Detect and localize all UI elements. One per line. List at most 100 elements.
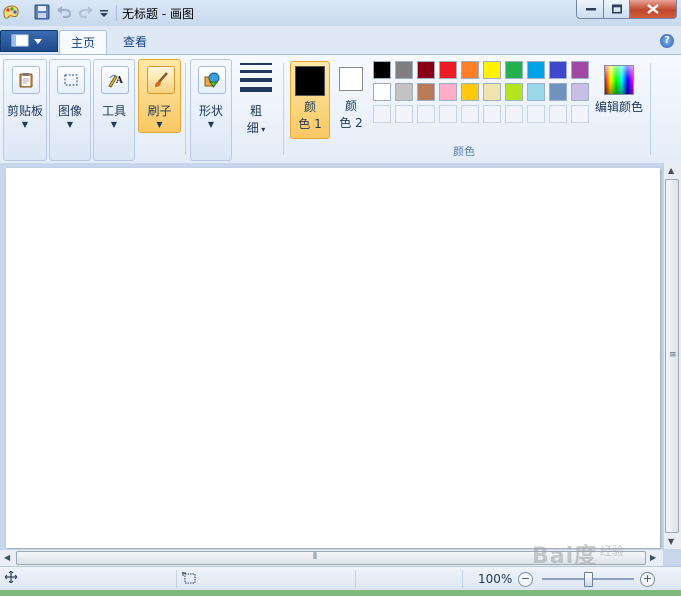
clipboard-label: 剪贴板 — [6, 104, 43, 118]
color1-label-line2: 色 1 — [298, 117, 322, 131]
ribbon-separator — [650, 63, 651, 155]
clipboard-button[interactable]: 剪贴板 ▼ — [3, 59, 47, 161]
selection-size-icon — [182, 572, 196, 587]
palette-swatch[interactable] — [417, 83, 435, 101]
tools-button[interactable]: A 工具 ▼ — [93, 59, 135, 161]
close-button[interactable] — [629, 0, 677, 19]
brushes-button[interactable]: 刷子 ▼ — [138, 59, 181, 133]
custom-color-slot[interactable] — [395, 105, 413, 123]
edit-colors-button[interactable]: 编辑颜色 — [594, 61, 644, 137]
chevron-down-icon: ▼ — [207, 120, 215, 129]
palette-swatch[interactable] — [461, 83, 479, 101]
palette-swatch[interactable] — [549, 83, 567, 101]
color2-label-line2: 色 2 — [339, 116, 363, 130]
palette-swatch[interactable] — [571, 83, 589, 101]
chevron-down-icon: ▼ — [21, 120, 29, 129]
scroll-right-arrow-icon[interactable]: ▶ — [650, 553, 656, 562]
color1-button[interactable]: 颜色 1 — [290, 61, 330, 139]
color2-label-line1: 颜 — [344, 99, 357, 113]
ribbon-separator — [185, 63, 186, 155]
palette-swatch[interactable] — [417, 61, 435, 79]
paint-menu-button[interactable] — [0, 30, 58, 52]
palette-swatch[interactable] — [439, 61, 457, 79]
palette-swatch[interactable] — [527, 83, 545, 101]
status-separator — [462, 570, 463, 588]
drawing-canvas[interactable] — [6, 168, 660, 548]
color1-swatch — [295, 66, 325, 96]
palette-swatch[interactable] — [483, 61, 501, 79]
minimize-button[interactable] — [576, 0, 605, 19]
brush-icon — [146, 66, 175, 94]
clipboard-icon — [12, 66, 40, 94]
save-icon[interactable] — [34, 4, 50, 20]
scroll-up-arrow-icon[interactable]: ▲ — [668, 166, 674, 175]
grip-icon: ≡ — [669, 350, 677, 360]
colors-group-label: 颜色 — [453, 145, 475, 158]
custom-color-slot[interactable] — [505, 105, 523, 123]
edit-colors-label: 编辑颜色 — [594, 100, 643, 114]
shapes-button[interactable]: 形状 ▼ — [190, 59, 232, 161]
zoom-out-button[interactable]: − — [518, 572, 533, 587]
paint-app-icon[interactable] — [2, 4, 19, 20]
ribbon-separator — [283, 63, 284, 155]
custom-color-slot[interactable] — [483, 105, 501, 123]
size-label-line2: 细 — [246, 121, 259, 135]
window-title: 无标题 - 画图 — [122, 7, 194, 21]
palette-swatch[interactable] — [505, 61, 523, 79]
image-label: 图像 — [57, 104, 82, 118]
palette-swatch[interactable] — [527, 61, 545, 79]
canvas-area: ▲ ≡ ▼ ◀ ⦀ ▶ — [0, 163, 681, 567]
custom-color-slot[interactable] — [527, 105, 545, 123]
grip-icon: ⦀ — [313, 552, 317, 562]
size-button[interactable]: 粗细 ▾ — [238, 61, 274, 137]
customize-toolbar-dropdown-icon[interactable] — [98, 4, 114, 20]
title-separator — [116, 5, 117, 21]
zoom-slider-thumb[interactable] — [584, 572, 593, 587]
palette-swatch[interactable] — [461, 61, 479, 79]
color2-swatch — [339, 67, 363, 91]
scroll-left-arrow-icon[interactable]: ◀ — [4, 553, 10, 562]
undo-icon[interactable] — [56, 4, 72, 20]
palette-swatch[interactable] — [395, 83, 413, 101]
chevron-down-icon: ▼ — [156, 120, 163, 129]
tools-icon: A — [101, 66, 129, 94]
color2-label: 颜色 2 — [333, 98, 369, 132]
tools-label: 工具 — [101, 104, 126, 118]
tab-home[interactable]: 主页 — [59, 30, 107, 55]
custom-color-slot[interactable] — [461, 105, 479, 123]
vertical-scrollbar[interactable]: ▲ ≡ ▼ — [663, 163, 681, 549]
size-label: 粗细 ▾ — [246, 104, 266, 135]
chevron-down-icon: ▼ — [110, 120, 118, 129]
redo-icon[interactable] — [78, 4, 94, 20]
size-label-line1: 粗 — [249, 104, 262, 118]
palette-swatch[interactable] — [373, 83, 391, 101]
palette-swatch[interactable] — [505, 83, 523, 101]
scroll-down-arrow-icon[interactable]: ▼ — [668, 537, 674, 546]
maximize-button[interactable] — [603, 0, 631, 19]
custom-color-slot[interactable] — [417, 105, 435, 123]
image-button[interactable]: 图像 ▼ — [49, 59, 91, 161]
cursor-position-icon — [4, 570, 18, 586]
palette-swatch[interactable] — [549, 61, 567, 79]
zoom-in-button[interactable]: + — [640, 572, 655, 587]
palette-swatch[interactable] — [571, 61, 589, 79]
custom-color-slot[interactable] — [549, 105, 567, 123]
custom-color-slot[interactable] — [571, 105, 589, 123]
palette-swatch[interactable] — [373, 61, 391, 79]
shapes-icon — [198, 66, 226, 94]
chevron-down-icon: ▼ — [66, 120, 74, 129]
vertical-scroll-thumb[interactable]: ≡ — [665, 179, 679, 533]
color1-label-line1: 颜 — [303, 100, 316, 114]
shapes-label: 形状 — [198, 104, 223, 118]
svg-text:A: A — [115, 76, 123, 86]
palette-swatch[interactable] — [395, 61, 413, 79]
palette-swatch[interactable] — [483, 83, 501, 101]
color2-button[interactable]: 颜色 2 — [333, 61, 369, 137]
tab-view[interactable]: 查看 — [114, 30, 156, 54]
color1-label: 颜色 1 — [291, 99, 329, 133]
palette-swatch[interactable] — [439, 83, 457, 101]
custom-color-slot[interactable] — [439, 105, 457, 123]
select-rectangle-icon — [57, 66, 85, 94]
help-icon[interactable]: ? — [660, 34, 674, 48]
custom-color-slot[interactable] — [373, 105, 391, 123]
